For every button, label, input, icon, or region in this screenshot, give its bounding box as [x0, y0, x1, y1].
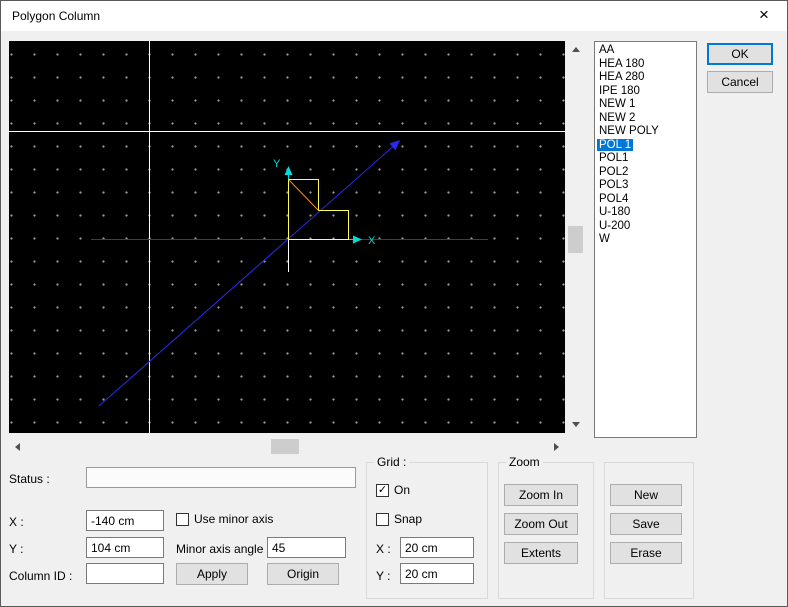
grid-snap-checkbox-box: [376, 513, 389, 526]
list-item[interactable]: NEW POLY: [595, 125, 696, 139]
canvas-horizontal-scrollbar[interactable]: [9, 438, 565, 455]
x-input[interactable]: [86, 510, 164, 531]
column-id-label: Column ID :: [9, 569, 72, 584]
list-item[interactable]: POL2: [595, 166, 696, 180]
y-axis-label: Y: [273, 158, 281, 170]
up-arrow-icon: [572, 47, 580, 52]
grid-x-label: X :: [376, 542, 391, 557]
y-axis-arrowhead: [285, 166, 293, 175]
status-field: [86, 467, 356, 488]
list-item[interactable]: AA: [595, 44, 696, 58]
extents-button[interactable]: Extents: [504, 542, 578, 564]
grid-snap-checkbox[interactable]: Snap: [376, 512, 422, 526]
scroll-down-button[interactable]: [567, 416, 584, 433]
close-icon: ×: [759, 5, 769, 24]
zoom-group-title: Zoom: [506, 455, 543, 469]
canvas-drawing: Y X: [9, 41, 565, 433]
close-button[interactable]: ×: [741, 1, 787, 31]
apply-button[interactable]: Apply: [176, 563, 248, 585]
x-axis-arrowhead: [353, 236, 362, 244]
list-item[interactable]: HEA 180: [595, 58, 696, 72]
list-item[interactable]: POL3: [595, 179, 696, 193]
polygon-column-dialog: Polygon Column × Y X: [0, 0, 788, 607]
grid-y-label: Y :: [376, 569, 390, 584]
minor-axis-angle-label: Minor axis angle :: [176, 542, 270, 557]
grid-on-label: On: [394, 483, 410, 497]
left-arrow-icon: [15, 443, 20, 451]
origin-button[interactable]: Origin: [267, 563, 339, 585]
window-title: Polygon Column: [12, 1, 100, 31]
y-label: Y :: [9, 542, 23, 557]
canvas-vertical-scrollbar[interactable]: [567, 41, 584, 433]
zoom-in-button[interactable]: Zoom In: [504, 484, 578, 506]
list-item[interactable]: HEA 280: [595, 71, 696, 85]
scroll-left-button[interactable]: [9, 438, 26, 455]
list-item[interactable]: NEW 1: [595, 98, 696, 112]
list-item[interactable]: U-180: [595, 206, 696, 220]
right-arrow-icon: [554, 443, 559, 451]
use-minor-axis-checkbox-box: [176, 513, 189, 526]
list-item[interactable]: NEW 2: [595, 112, 696, 126]
list-item[interactable]: POL1: [595, 152, 696, 166]
scroll-up-button[interactable]: [567, 41, 584, 58]
minor-axis-angle-input[interactable]: [267, 537, 346, 558]
vertical-scroll-thumb[interactable]: [568, 226, 583, 253]
x-axis-label: X: [368, 235, 376, 247]
list-item[interactable]: W: [595, 233, 696, 247]
y-input[interactable]: [86, 537, 164, 558]
grid-snap-label: Snap: [394, 512, 422, 526]
down-arrow-icon: [572, 422, 580, 427]
minor-axis-line: [99, 143, 397, 406]
grid-x-input[interactable]: [400, 537, 474, 558]
new-button[interactable]: New: [610, 484, 682, 506]
column-id-input[interactable]: [86, 563, 164, 584]
title-bar: Polygon Column ×: [1, 1, 787, 31]
use-minor-axis-label: Use minor axis: [194, 512, 273, 526]
grid-on-checkbox[interactable]: ✓ On: [376, 483, 410, 497]
list-item[interactable]: U-200: [595, 220, 696, 234]
scroll-right-button[interactable]: [548, 438, 565, 455]
zoom-out-button[interactable]: Zoom Out: [504, 513, 578, 535]
grid-group-title: Grid :: [374, 455, 409, 469]
grid-on-checkbox-box: ✓: [376, 484, 389, 497]
use-minor-axis-checkbox[interactable]: Use minor axis: [176, 512, 273, 526]
status-label: Status :: [9, 472, 50, 487]
cancel-button[interactable]: Cancel: [707, 71, 773, 93]
drawing-canvas[interactable]: Y X: [9, 41, 565, 433]
horizontal-scroll-thumb[interactable]: [271, 439, 299, 454]
save-button[interactable]: Save: [610, 513, 682, 535]
x-label: X :: [9, 515, 24, 530]
erase-button[interactable]: Erase: [610, 542, 682, 564]
list-item[interactable]: POL4: [595, 193, 696, 207]
list-item[interactable]: IPE 180: [595, 85, 696, 99]
list-item[interactable]: POL 1: [595, 139, 696, 153]
minor-axis-arrowhead: [390, 140, 401, 151]
section-list[interactable]: AAHEA 180HEA 280IPE 180NEW 1NEW 2NEW POL…: [594, 41, 697, 438]
ok-button[interactable]: OK: [707, 43, 773, 65]
grid-y-input[interactable]: [400, 563, 474, 584]
polygon-section-diagonal: [289, 180, 319, 211]
